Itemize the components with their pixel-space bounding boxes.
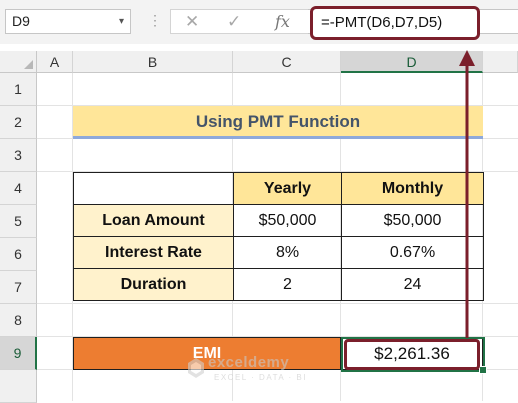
row-header-7[interactable]: 7 xyxy=(0,271,37,304)
formula-bar: D9 ▾ ⋮ ✕ ✓ fx =-PMT(D6,D7,D5) xyxy=(0,0,518,44)
row-header-5[interactable]: 5 xyxy=(0,205,37,238)
column-header-a[interactable]: A xyxy=(37,51,73,73)
name-box[interactable]: D9 ▾ xyxy=(5,9,131,34)
formula-text[interactable]: =-PMT(D6,D7,D5) xyxy=(310,6,480,40)
select-all-corner[interactable] xyxy=(0,51,37,73)
insert-function-icon[interactable]: fx xyxy=(275,10,290,33)
table-header-yearly[interactable]: Yearly xyxy=(233,172,342,205)
column-header-b[interactable]: B xyxy=(73,51,233,73)
row-header-9[interactable]: 9 xyxy=(0,337,37,370)
more-options-icon[interactable]: ⋮ xyxy=(148,12,162,29)
cell-duration-yearly[interactable]: 2 xyxy=(233,268,342,301)
annotation-arrow xyxy=(459,50,475,338)
table-row: Interest Rate 8% 0.67% xyxy=(73,236,484,269)
row-label-loan-amount[interactable]: Loan Amount xyxy=(73,204,234,237)
row-header-10[interactable] xyxy=(0,370,37,403)
row-label-interest-rate[interactable]: Interest Rate xyxy=(73,236,234,269)
cell-rate-yearly[interactable]: 8% xyxy=(233,236,342,269)
formula-buttons: ✕ ✓ fx xyxy=(170,9,310,34)
table-row: Duration 2 24 xyxy=(73,268,484,301)
column-header-e[interactable] xyxy=(483,51,518,73)
row-header-3[interactable]: 3 xyxy=(0,139,37,172)
column-header-c[interactable]: C xyxy=(233,51,341,73)
row-header-2[interactable]: 2 xyxy=(0,106,37,139)
emi-label[interactable]: EMI xyxy=(73,337,341,370)
select-all-icon xyxy=(24,60,33,69)
gridline xyxy=(37,303,518,304)
watermark-tagline: EXCEL · DATA · BI xyxy=(214,373,307,382)
sheet-title[interactable]: Using PMT Function xyxy=(73,106,483,139)
row-header-8[interactable]: 8 xyxy=(0,304,37,337)
row-header-6[interactable]: 6 xyxy=(0,238,37,271)
loan-table: Yearly Monthly Loan Amount $50,000 $50,0… xyxy=(73,172,484,301)
row-label-duration[interactable]: Duration xyxy=(73,268,234,301)
table-row: Loan Amount $50,000 $50,000 xyxy=(73,204,484,237)
cell-loan-yearly[interactable]: $50,000 xyxy=(233,204,342,237)
row-header-4[interactable]: 4 xyxy=(0,172,37,205)
enter-icon[interactable]: ✓ xyxy=(227,10,241,33)
table-header-blank[interactable] xyxy=(73,172,234,205)
emi-value[interactable]: $2,261.36 xyxy=(341,337,483,370)
row-header-1[interactable]: 1 xyxy=(0,73,37,106)
table-header-row: Yearly Monthly xyxy=(73,172,484,205)
chevron-down-icon[interactable]: ▾ xyxy=(119,10,124,33)
cancel-icon[interactable]: ✕ xyxy=(185,10,199,33)
name-box-value: D9 xyxy=(12,13,30,29)
